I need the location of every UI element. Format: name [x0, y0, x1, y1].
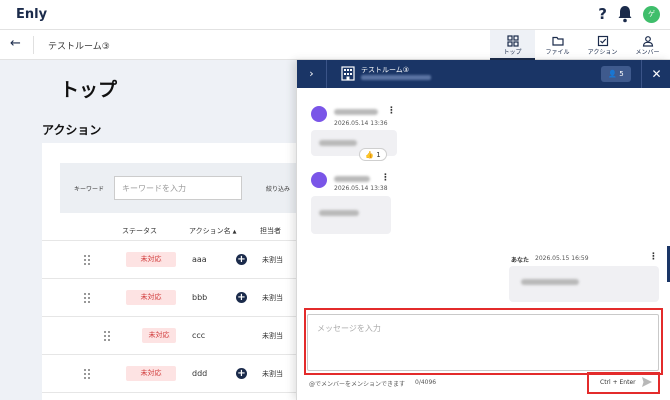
table-row[interactable]: 未対応 ddd + 未割当	[42, 356, 302, 393]
folder-icon	[551, 36, 564, 46]
message-time: 2026.05.14 13:38	[334, 185, 388, 192]
message-text-blurred	[521, 279, 579, 285]
room-title: テストルーム③	[48, 42, 110, 52]
room-tabs: トップ ファイル アクション メンバー	[490, 30, 670, 60]
message-time: 2026.05.14 13:36	[334, 120, 388, 127]
message-text-blurred	[319, 140, 357, 146]
filter-bar: キーワード キーワードを入力 絞り込み	[60, 163, 302, 213]
grid-icon	[506, 35, 519, 47]
add-assignee-icon[interactable]: +	[236, 368, 247, 379]
person-icon	[642, 36, 653, 47]
tab-label: メンバー	[635, 49, 660, 56]
avatar[interactable]	[311, 172, 327, 188]
building-icon	[341, 66, 355, 81]
action-card: キーワード キーワードを入力 絞り込み ステータス アクション名 ▲ 担当者 未対…	[42, 143, 302, 400]
person-icon: 👤	[608, 70, 617, 78]
more-options-icon[interactable]: ⋮	[381, 174, 390, 183]
sender-name-blurred	[334, 109, 378, 115]
more-options-icon[interactable]: ⋮	[649, 253, 658, 262]
status-badge[interactable]: 未対応	[126, 290, 176, 305]
col-action-name[interactable]: アクション名 ▲	[189, 226, 237, 236]
tab-file[interactable]: ファイル	[535, 30, 580, 60]
drag-handle-icon[interactable]	[84, 369, 92, 379]
keyword-label: キーワード	[74, 186, 105, 193]
reaction-badge[interactable]: 👍 1	[359, 148, 387, 161]
user-avatar[interactable]: ゲ	[643, 5, 660, 23]
close-icon[interactable]: ✕	[641, 60, 670, 88]
app-logo[interactable]: Enly	[16, 7, 47, 22]
status-badge[interactable]: 未対応	[142, 328, 176, 343]
action-name[interactable]: bbb	[192, 293, 207, 302]
avatar[interactable]	[311, 106, 327, 122]
add-assignee-icon[interactable]: +	[236, 254, 247, 265]
table-row[interactable]: 未対応 bbb + 未割当	[42, 280, 302, 317]
header-actions: ? ゲ	[598, 5, 660, 23]
section-title-action: アクション	[42, 123, 102, 137]
col-action-name-label: アクション名	[189, 227, 231, 235]
col-status[interactable]: ステータス	[122, 226, 157, 236]
message-text-blurred	[319, 210, 359, 216]
tab-action[interactable]: アクション	[580, 30, 625, 60]
drag-handle-icon[interactable]	[84, 293, 92, 303]
app-header: Enly ? ゲ	[0, 0, 670, 30]
status-badge[interactable]: 未対応	[126, 366, 176, 381]
message-time: 2026.05.15 16:59	[535, 255, 589, 262]
table-header: ステータス アクション名 ▲ 担当者	[42, 221, 302, 241]
filter-label[interactable]: 絞り込み	[266, 184, 290, 193]
assignee-value: 未割当	[262, 294, 283, 302]
mention-hint: @でメンバーをメンションできます	[309, 381, 406, 388]
reaction-count: 1	[376, 151, 381, 159]
bell-icon[interactable]	[617, 5, 633, 23]
message-input[interactable]: メッセージを入力	[307, 314, 659, 371]
sender-name-blurred	[334, 176, 370, 182]
tab-member[interactable]: メンバー	[625, 30, 670, 60]
checkbox-icon	[597, 35, 608, 47]
tab-top[interactable]: トップ	[490, 30, 535, 60]
chat-panel: › テストルーム③ 👤 5 ✕ ⋮ 2026.05.14 13:36 👍 1 ⋮…	[296, 60, 670, 400]
chat-header: › テストルーム③ 👤 5 ✕	[297, 60, 670, 88]
char-count: 0/4096	[415, 379, 437, 386]
member-count-button[interactable]: 👤 5	[601, 66, 631, 82]
status-badge[interactable]: 未対応	[126, 252, 176, 267]
assignee-value: 未割当	[262, 370, 283, 378]
thumbs-up-icon: 👍	[365, 151, 374, 159]
message-bubble	[509, 266, 659, 302]
send-icon[interactable]	[641, 376, 653, 388]
action-name[interactable]: ddd	[192, 369, 207, 378]
col-assignee[interactable]: 担当者	[260, 226, 281, 236]
action-name[interactable]: ccc	[192, 331, 205, 340]
table-row[interactable]: 未対応 ccc 未割当	[42, 318, 302, 355]
collapse-chevron-icon[interactable]: ›	[297, 60, 327, 88]
table-row[interactable]: 未対応 aaa + 未割当	[42, 242, 302, 279]
drag-handle-icon[interactable]	[84, 255, 92, 265]
assignee-value: 未割当	[262, 256, 283, 264]
back-arrow-icon[interactable]: ←	[10, 36, 21, 51]
page-title: トップ	[60, 79, 118, 101]
own-author-label: あなた	[511, 257, 530, 264]
action-name[interactable]: aaa	[192, 255, 207, 264]
send-shortcut-hint: Ctrl + Enter	[600, 379, 636, 386]
tab-label: ファイル	[545, 49, 570, 56]
message-bubble	[311, 196, 391, 234]
member-count: 5	[619, 70, 624, 78]
help-icon[interactable]: ?	[598, 5, 607, 23]
chat-title: テストルーム③	[361, 66, 410, 74]
more-options-icon[interactable]: ⋮	[387, 107, 396, 116]
tab-label: トップ	[503, 49, 522, 56]
tab-label: アクション	[587, 49, 618, 56]
keyword-input[interactable]: キーワードを入力	[114, 176, 242, 200]
add-assignee-icon[interactable]: +	[236, 292, 247, 303]
room-header: ← テストルーム③ トップ ファイル アクション メンバー	[0, 30, 670, 60]
sort-asc-icon: ▲	[232, 229, 237, 235]
drag-handle-icon[interactable]	[104, 331, 112, 341]
header-divider	[33, 36, 34, 54]
assignee-value: 未割当	[262, 332, 283, 340]
chat-subtitle-blurred	[361, 75, 431, 80]
